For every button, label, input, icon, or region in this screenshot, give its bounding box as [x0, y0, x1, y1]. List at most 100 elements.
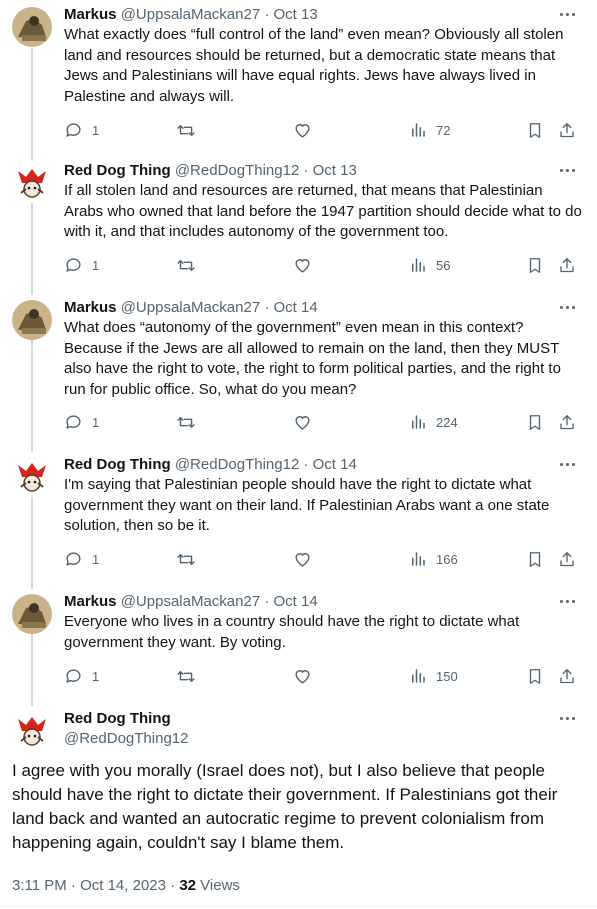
analytics-icon: [412, 123, 425, 137]
retweet-icon: [177, 124, 195, 136]
reply-tweet[interactable]: Red Dog Thing @RedDogThing12 · Oct 13 If…: [0, 161, 597, 287]
views-button[interactable]: 56: [409, 255, 450, 275]
bookmark-button[interactable]: [526, 549, 544, 569]
author-handle[interactable]: @RedDogThing12: [175, 456, 299, 473]
analytics-icon: [412, 258, 425, 272]
tweet-date[interactable]: Oct 13: [313, 162, 357, 179]
view-count: 56: [436, 257, 451, 273]
author-handle[interactable]: @RedDogThing12: [64, 729, 188, 749]
heart-icon: [295, 258, 310, 273]
views-button[interactable]: 72: [409, 120, 450, 140]
more-icon[interactable]: [556, 594, 580, 610]
reply-count: 1: [92, 551, 100, 567]
avatar[interactable]: [12, 7, 52, 47]
share-icon: [560, 414, 574, 429]
author-name[interactable]: Markus: [64, 593, 117, 610]
like-button[interactable]: [293, 666, 312, 686]
retweet-button[interactable]: [176, 549, 196, 569]
tweet-text: Everyone who lives in a country should h…: [64, 613, 520, 651]
author-name[interactable]: Markus: [64, 6, 117, 23]
share-icon: [560, 668, 574, 683]
view-count: 32: [179, 877, 196, 894]
share-button[interactable]: [558, 666, 576, 686]
main-tweet: Red Dog Thing @RedDogThing12 I agree wit…: [0, 709, 597, 869]
reply-count: 1: [92, 414, 100, 430]
reply-count: 1: [92, 257, 100, 273]
views-button[interactable]: 224: [409, 412, 458, 432]
share-button[interactable]: [558, 255, 576, 275]
share-icon: [560, 122, 574, 137]
share-icon: [560, 257, 574, 272]
more-icon[interactable]: [556, 711, 580, 727]
tweet-header: Markus @UppsalaMackan27 · Oct 14: [64, 592, 318, 612]
more-icon[interactable]: [556, 7, 580, 23]
share-icon: [560, 551, 574, 566]
more-icon[interactable]: [556, 163, 580, 179]
reply-button[interactable]: 1: [64, 120, 99, 140]
like-button[interactable]: [293, 549, 312, 569]
bookmark-icon: [529, 668, 541, 684]
tweet-header: Red Dog Thing @RedDogThing12 · Oct 14: [64, 455, 357, 475]
share-button[interactable]: [558, 549, 576, 569]
tweet-date[interactable]: Oct 13: [274, 6, 318, 23]
author-handle[interactable]: @UppsalaMackan27: [121, 593, 260, 610]
bookmark-button[interactable]: [526, 120, 544, 140]
bookmark-icon: [529, 414, 541, 430]
reply-tweet[interactable]: Red Dog Thing @RedDogThing12 · Oct 14 I'…: [0, 455, 597, 581]
retweet-button[interactable]: [176, 666, 196, 686]
tweet-header: Markus @UppsalaMackan27 · Oct 13: [64, 5, 318, 25]
avatar[interactable]: [12, 594, 52, 634]
tweet-text: What does “autonomy of the government” e…: [64, 319, 561, 398]
reply-tweet[interactable]: Markus @UppsalaMackan27 · Oct 13 What ex…: [0, 5, 597, 145]
author-handle[interactable]: @RedDogThing12: [175, 162, 299, 179]
view-count: 72: [436, 122, 451, 138]
reply-icon: [66, 551, 81, 566]
views-button[interactable]: 166: [409, 549, 458, 569]
bookmark-button[interactable]: [526, 666, 544, 686]
author-handle[interactable]: @UppsalaMackan27: [121, 6, 260, 23]
views-label: Views: [196, 877, 240, 894]
author-name[interactable]: Red Dog Thing: [64, 709, 171, 729]
like-button[interactable]: [293, 255, 312, 275]
action-bar: 1 224: [64, 412, 584, 432]
retweet-icon: [177, 670, 195, 682]
retweet-icon: [177, 416, 195, 428]
share-button[interactable]: [558, 412, 576, 432]
avatar[interactable]: [12, 300, 52, 340]
reply-tweet[interactable]: Markus @UppsalaMackan27 · Oct 14 Everyon…: [0, 592, 597, 698]
retweet-button[interactable]: [176, 255, 196, 275]
reply-button[interactable]: 1: [64, 255, 99, 275]
more-icon[interactable]: [556, 300, 580, 316]
retweet-button[interactable]: [176, 120, 196, 140]
views-button[interactable]: 150: [409, 666, 458, 686]
avatar[interactable]: [12, 711, 52, 751]
author-handle[interactable]: @UppsalaMackan27: [121, 299, 260, 316]
reply-icon: [66, 414, 81, 429]
share-button[interactable]: [558, 120, 576, 140]
action-bar: 1 72: [64, 120, 584, 140]
bookmark-button[interactable]: [526, 412, 544, 432]
author-name[interactable]: Markus: [64, 299, 117, 316]
reply-button[interactable]: 1: [64, 549, 99, 569]
author-name[interactable]: Red Dog Thing: [64, 162, 171, 179]
reply-tweet[interactable]: Markus @UppsalaMackan27 · Oct 14 What do…: [0, 298, 597, 444]
tweet-date[interactable]: Oct 14: [313, 456, 357, 473]
heart-icon: [295, 552, 310, 567]
tweet-date[interactable]: Oct 14: [274, 299, 318, 316]
avatar[interactable]: [12, 163, 52, 203]
retweet-button[interactable]: [176, 412, 196, 432]
avatar[interactable]: [12, 457, 52, 497]
action-bar: 1 166: [64, 549, 584, 569]
like-button[interactable]: [293, 412, 312, 432]
more-icon[interactable]: [556, 457, 580, 473]
retweet-icon: [177, 553, 195, 565]
tweet-date[interactable]: Oct 14: [274, 593, 318, 610]
tweet-header: Markus @UppsalaMackan27 · Oct 14: [64, 298, 318, 318]
reply-button[interactable]: 1: [64, 412, 99, 432]
bookmark-button[interactable]: [526, 255, 544, 275]
tweet-meta: 3:11 PM · Oct 14, 2023 · 32 Views: [12, 877, 240, 895]
tweet-timestamp[interactable]: 3:11 PM · Oct 14, 2023 ·: [12, 877, 179, 894]
like-button[interactable]: [293, 120, 312, 140]
author-name[interactable]: Red Dog Thing: [64, 456, 171, 473]
reply-button[interactable]: 1: [64, 666, 99, 686]
